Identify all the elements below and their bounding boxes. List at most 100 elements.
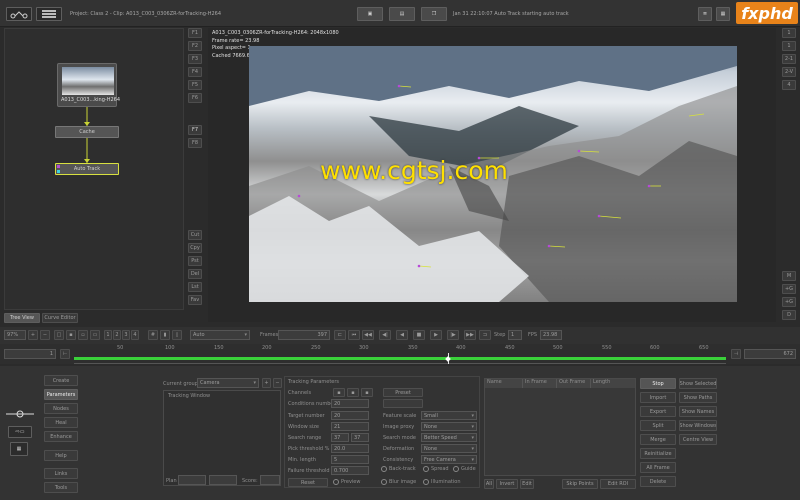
layout-1-button[interactable]: 1 [782, 28, 796, 38]
channel-b-icon[interactable]: ▯ [172, 330, 182, 340]
zoom-field[interactable]: 97% [4, 330, 26, 340]
failure-threshold-field[interactable]: 0.700 [331, 466, 369, 475]
view-mode-dropdown[interactable]: Auto [190, 330, 250, 340]
track-table[interactable]: Name In Frame Out Frame Length [484, 378, 636, 476]
show-selected-button[interactable]: Show Selected [679, 378, 717, 389]
tab-fav[interactable]: Fav [188, 295, 202, 305]
mode-g2-button[interactable]: +G [782, 297, 796, 307]
import-button[interactable]: Import [640, 392, 676, 403]
view-c-icon[interactable]: ▭ [90, 330, 100, 340]
nodes-button[interactable]: Nodes [44, 403, 78, 414]
zoom-out-icon[interactable]: − [40, 330, 50, 340]
range-end-icon[interactable]: ⊣ [731, 349, 741, 359]
grid-icon[interactable]: # [148, 330, 158, 340]
heal-button[interactable]: Heal [44, 417, 78, 428]
column-out-frame[interactable]: Out Frame [557, 379, 591, 388]
search-range-y-field[interactable]: 37 [351, 433, 369, 442]
end-frame-field[interactable]: 672 [744, 349, 796, 359]
stop-icon[interactable]: ■ [413, 330, 425, 340]
stop-button[interactable]: Stop [640, 378, 676, 389]
layout-2v-button[interactable]: 2-V [782, 67, 796, 77]
channel-red-button[interactable]: ▪ [333, 388, 345, 397]
back-track-checkbox[interactable]: Back-track [381, 466, 416, 472]
autotrack-node[interactable]: Auto Track [55, 163, 119, 175]
reinitialize-button[interactable]: Reinitialize [640, 448, 676, 459]
edit-button[interactable]: Edit [520, 479, 534, 489]
log-icon[interactable]: ≣ [698, 7, 712, 21]
tab-f7[interactable]: F7 [188, 125, 202, 135]
all-frame-button[interactable]: All Frame [640, 462, 676, 473]
group-add-icon[interactable]: + [262, 378, 271, 388]
tab-paste[interactable]: Pst [188, 256, 202, 266]
tab-list[interactable]: Lst [188, 282, 202, 292]
column-length[interactable]: Length [591, 379, 635, 388]
rewind-icon[interactable]: ◀◀ [362, 330, 374, 340]
tab-tree-view[interactable]: Tree View [4, 313, 40, 323]
min-length-field[interactable]: 5 [331, 455, 369, 464]
range-start-icon[interactable]: ⊢ [60, 349, 70, 359]
step-field[interactable]: 1 [508, 330, 522, 340]
tab-f4[interactable]: F4 [188, 67, 202, 77]
illumination-checkbox[interactable]: Illumination [423, 479, 461, 485]
channel-r-icon[interactable]: ▮ [160, 330, 170, 340]
tab-delete[interactable]: Del [188, 269, 202, 279]
conditions-field[interactable]: 20 [331, 399, 369, 408]
tab-f2[interactable]: F2 [188, 41, 202, 51]
viewer-image[interactable]: www.cgtsj.com [249, 46, 737, 302]
film-icon[interactable]: ▤ [389, 7, 415, 21]
play-back-icon[interactable]: ◀ [396, 330, 408, 340]
deformation-dropdown[interactable]: None [421, 444, 477, 453]
column-in-frame[interactable]: In Frame [523, 379, 557, 388]
show-names-button[interactable]: Show Names [679, 406, 717, 417]
tab-f6[interactable]: F6 [188, 93, 202, 103]
score-field[interactable] [260, 475, 280, 485]
channel-blue-button[interactable]: ▪ [361, 388, 373, 397]
invert-button[interactable]: Invert [496, 479, 518, 489]
reset-button[interactable]: Reset [288, 478, 328, 487]
pick-threshold-field[interactable]: 20.0 [331, 444, 369, 453]
tracking-window-box[interactable]: Tracking Window [163, 390, 281, 486]
spread-checkbox[interactable]: Spread [423, 466, 449, 472]
preset-button[interactable]: Preset [383, 388, 423, 397]
cache-1[interactable]: 1 [104, 330, 112, 340]
show-windows-button[interactable]: Show Windows [679, 420, 717, 431]
merge-button[interactable]: Merge [640, 434, 676, 445]
links-button[interactable]: Links [44, 468, 78, 479]
feature-scale-dropdown[interactable]: Small [421, 411, 477, 420]
mode-g1-button[interactable]: +G [782, 284, 796, 294]
plan-field[interactable] [178, 475, 206, 485]
layout-2h-button[interactable]: 2-1 [782, 54, 796, 64]
render-tool-icon[interactable]: ▦ [10, 442, 28, 456]
start-frame-field[interactable]: 1 [4, 349, 56, 359]
show-paths-button[interactable]: Show Paths [679, 392, 717, 403]
timeline[interactable]: 1 ⊢ 50 100 150 200 250 300 350 400 450 5… [0, 344, 800, 364]
split-button[interactable]: Split [640, 420, 676, 431]
cache-3[interactable]: 3 [122, 330, 130, 340]
parameters-button[interactable]: Parameters [44, 389, 78, 400]
fps-field[interactable]: 23.98 [540, 330, 562, 340]
tab-f8[interactable]: F8 [188, 138, 202, 148]
copy-icon[interactable]: ❐ [421, 7, 447, 21]
image-proxy-dropdown[interactable]: None [421, 422, 477, 431]
plan-field-2[interactable] [209, 475, 237, 485]
viewer-panel[interactable]: A013_C003_0306ZR-forTracking-H264: 2048x… [208, 28, 776, 322]
preview-checkbox[interactable]: Preview [333, 479, 360, 485]
go-end-icon[interactable]: ⊐ [479, 330, 491, 340]
zoom-in-icon[interactable]: + [28, 330, 38, 340]
skip-points-button[interactable]: Skip Points [562, 479, 598, 489]
search-mode-dropdown[interactable]: Better Speed [421, 433, 477, 442]
tab-curve-editor[interactable]: Curve Editor [42, 313, 78, 323]
link-tool-icon[interactable] [6, 408, 34, 420]
group-remove-icon[interactable]: − [273, 378, 282, 388]
layout-4-button[interactable]: 4 [782, 80, 796, 90]
node-graph-panel[interactable]: A013_C003...king-H264 Cache Auto Track [4, 28, 184, 310]
cache-node[interactable]: Cache [55, 126, 119, 138]
target-number-field[interactable]: 20 [331, 411, 369, 420]
window-size-field[interactable]: 21 [331, 422, 369, 431]
node-tree-icon[interactable] [6, 7, 32, 21]
current-group-dropdown[interactable]: Camera [197, 378, 259, 388]
mode-m-button[interactable]: M [782, 271, 796, 281]
view-a-icon[interactable]: ▪ [66, 330, 76, 340]
layout-1b-button[interactable]: 1 [782, 41, 796, 51]
blur-image-checkbox[interactable]: Blur image [381, 479, 416, 485]
